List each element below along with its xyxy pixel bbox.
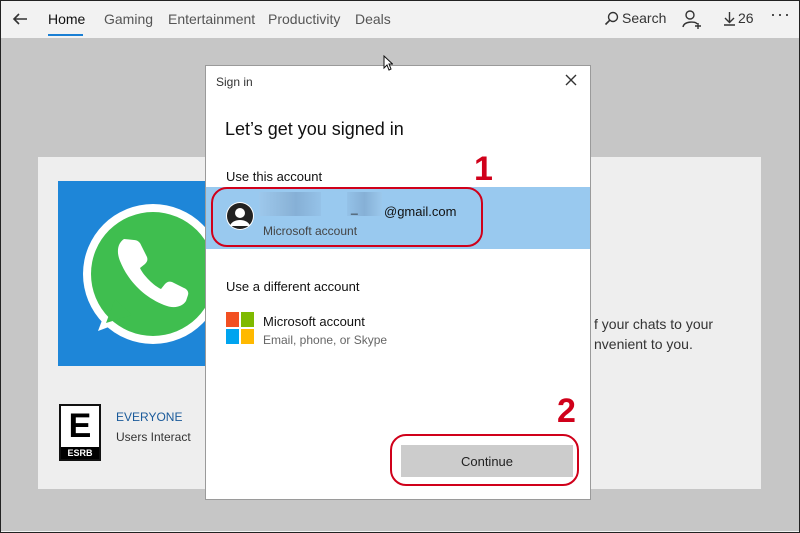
microsoft-account-hint: Email, phone, or Skype bbox=[263, 333, 388, 347]
more-options-button[interactable]: ··· bbox=[770, 4, 791, 25]
tab-gaming[interactable]: Gaming bbox=[104, 11, 153, 27]
whatsapp-logo-icon bbox=[83, 204, 207, 344]
use-this-account-label: Use this account bbox=[226, 169, 323, 184]
esrb-rating-badge: E ESRB bbox=[59, 404, 101, 461]
tab-entertainment[interactable]: Entertainment bbox=[168, 11, 255, 27]
microsoft-logo-icon[interactable] bbox=[226, 312, 254, 344]
back-arrow-icon[interactable] bbox=[11, 10, 29, 28]
annotation-oval-2 bbox=[390, 434, 579, 486]
microsoft-account-option[interactable]: Microsoft account bbox=[263, 314, 365, 329]
use-different-account-label: Use a different account bbox=[226, 279, 360, 294]
active-tab-indicator bbox=[48, 34, 83, 36]
whatsapp-app-tile bbox=[58, 181, 207, 366]
search-label: Search bbox=[622, 10, 667, 26]
close-icon[interactable] bbox=[563, 72, 579, 88]
search-button[interactable]: Search bbox=[604, 10, 666, 26]
downloads-button[interactable]: 26 bbox=[723, 10, 754, 26]
rating-title[interactable]: EVERYONE bbox=[116, 410, 182, 424]
user-add-icon[interactable] bbox=[682, 9, 702, 29]
annotation-number-1: 1 bbox=[474, 150, 493, 188]
app-description-line-1: f your chats to your bbox=[594, 316, 714, 332]
esrb-letter: E bbox=[68, 407, 92, 445]
dialog-heading: Let’s get you signed in bbox=[225, 119, 404, 139]
tab-home[interactable]: Home bbox=[48, 11, 85, 27]
tab-productivity[interactable]: Productivity bbox=[268, 11, 340, 27]
store-top-bar: Home Gaming Entertainment Productivity D… bbox=[1, 1, 799, 38]
dialog-title: Sign in bbox=[216, 75, 253, 89]
tab-deals[interactable]: Deals bbox=[355, 11, 391, 27]
download-arrow-icon bbox=[724, 12, 735, 26]
esrb-label: ESRB bbox=[61, 447, 99, 459]
annotation-oval-1 bbox=[211, 187, 483, 247]
rating-description: Users Interact bbox=[116, 430, 191, 444]
search-icon bbox=[604, 11, 619, 26]
annotation-number-2: 2 bbox=[557, 392, 576, 430]
mouse-cursor-icon bbox=[383, 55, 393, 71]
app-description-line-2: nvenient to you. bbox=[594, 336, 693, 352]
downloads-count: 26 bbox=[738, 10, 754, 26]
